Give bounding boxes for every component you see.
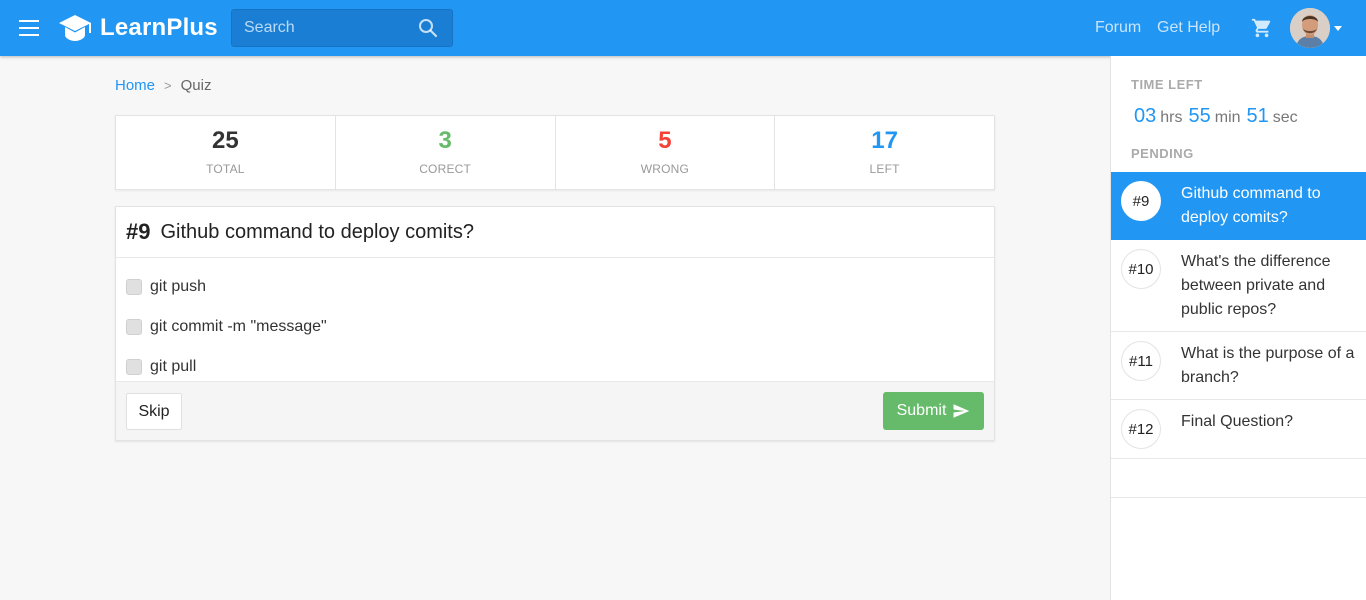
quiz-sidebar: TIME LEFT 03 hrs 55 min 51 sec PENDING #… [1110,56,1366,600]
pending-question-number: #10 [1121,249,1161,289]
pending-questions-list: #9 Github command to deploy comits? #10 … [1111,172,1366,498]
stat-correct: 3 CORECT [336,116,556,189]
breadcrumb-separator: > [164,78,172,93]
pending-question-number: #9 [1121,181,1161,221]
skip-button[interactable]: Skip [126,393,182,430]
timer-minutes: 55 [1188,105,1211,127]
question-footer: Skip Submit [116,381,994,440]
pending-question-item[interactable]: #9 Github command to deploy comits? [1111,172,1366,240]
stat-total-label: TOTAL [206,162,245,176]
send-icon [953,404,970,418]
breadcrumb-home-link[interactable]: Home [115,77,155,95]
pending-question-number: #12 [1121,409,1161,449]
get-help-link[interactable]: Get Help [1157,19,1220,37]
answer-checkbox[interactable] [126,359,142,375]
pending-question-number: #11 [1121,341,1161,381]
stat-wrong-label: WRONG [640,162,690,176]
search-icon[interactable] [418,18,438,38]
question-number: #9 [126,219,151,244]
stat-left-label: LEFT [869,162,900,176]
search-input[interactable] [232,10,412,46]
stat-total-value: 25 [212,127,239,154]
answer-options: git push git commit -m "message" git pul… [116,258,994,387]
shopping-cart-icon[interactable] [1251,17,1273,39]
pending-list-spacer [1111,459,1366,498]
forum-link[interactable]: Forum [1095,19,1141,37]
answer-option-label: git commit -m "message" [150,318,327,335]
pending-question-text: Final Question? [1181,413,1294,430]
answer-option[interactable]: git commit -m "message" [116,307,994,347]
pending-question-text: Github command to deploy comits? [1181,185,1321,226]
submit-button[interactable]: Submit [883,392,984,430]
timer-seconds-unit: sec [1272,109,1298,126]
pending-title: PENDING [1131,146,1194,161]
question-card: #9 Github command to deploy comits? git … [115,206,995,441]
answer-checkbox[interactable] [126,279,142,295]
breadcrumb-current: Quiz [180,77,212,94]
breadcrumb: Home > Quiz [115,77,211,95]
graduation-cap-icon [59,15,91,41]
answer-option-label: git pull [150,358,197,375]
countdown-timer: 03 hrs 55 min 51 sec [1134,105,1300,128]
stat-total: 25 TOTAL [116,116,336,189]
answer-checkbox[interactable] [126,319,142,335]
top-navbar: LearnPlus Forum Get Help [0,0,1366,56]
answer-option-label: git push [150,278,207,295]
timer-hours-unit: hrs [1160,109,1183,126]
timer-hours: 03 [1134,105,1157,127]
stat-wrong: 5 WRONG [556,116,776,189]
time-left-title: TIME LEFT [1131,77,1203,92]
brand-logo[interactable]: LearnPlus [58,12,218,44]
stat-wrong-value: 5 [658,127,672,154]
pending-question-item[interactable]: #10 What's the difference between privat… [1111,240,1366,332]
brand-name: LearnPlus [100,14,218,41]
question-text: Github command to deploy comits? [160,220,474,243]
answer-option[interactable]: git push [116,267,994,307]
question-header: #9 Github command to deploy comits? [116,207,994,258]
stat-correct-label: CORECT [419,162,472,176]
user-avatar[interactable] [1290,8,1330,48]
pending-question-text: What is the purpose of a branch? [1181,345,1355,386]
stat-left: 17 LEFT [775,116,994,189]
hamburger-menu-icon[interactable] [19,20,39,36]
submit-button-label: Submit [896,402,947,419]
pending-question-text: What's the difference between private an… [1181,253,1331,318]
timer-seconds: 51 [1246,105,1269,127]
quiz-stats-card: 25 TOTAL 3 CORECT 5 WRONG 17 LEFT [115,115,995,190]
user-avatar-image [1290,8,1330,48]
stat-correct-value: 3 [438,127,452,154]
user-menu-caret-icon[interactable] [1334,26,1342,31]
timer-minutes-unit: min [1214,109,1241,126]
pending-question-item[interactable]: #12 Final Question? [1111,400,1366,459]
pending-question-item[interactable]: #11 What is the purpose of a branch? [1111,332,1366,400]
stat-left-value: 17 [871,127,898,154]
search-box [231,9,453,47]
